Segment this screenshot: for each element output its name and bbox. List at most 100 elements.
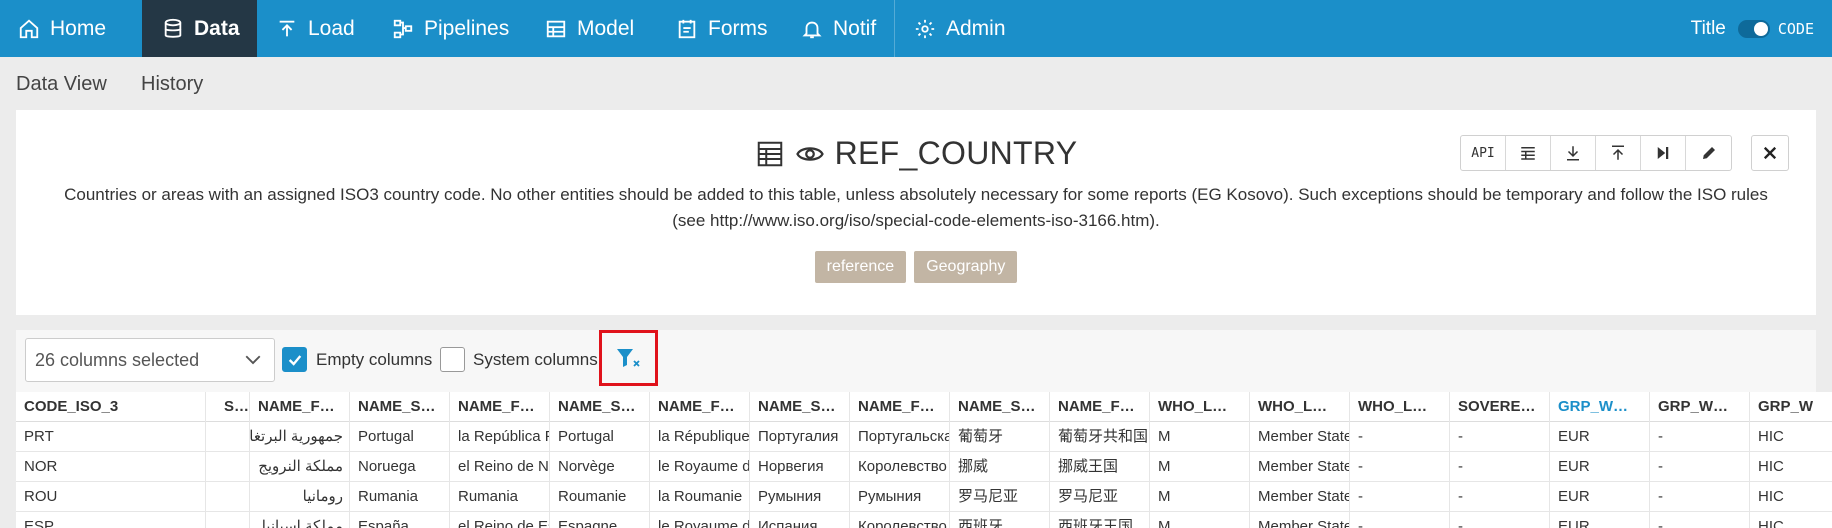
edit-button[interactable] [1686, 136, 1731, 170]
column-selector[interactable]: 26 columns selected [25, 338, 275, 382]
table-cell: Rumania [350, 482, 450, 512]
title-label: Title [1690, 17, 1726, 39]
gear-icon [915, 19, 935, 38]
title-code-toggle[interactable] [1737, 19, 1770, 38]
table-cell: la République portugaise [650, 422, 750, 452]
table-cell: 西班牙 [950, 512, 1050, 528]
column-header[interactable]: GRP_W… [1650, 392, 1750, 422]
column-header[interactable]: NAME_S… [550, 392, 650, 422]
upload-icon [1612, 145, 1624, 160]
column-header[interactable]: NAME_F… [250, 392, 350, 422]
nav-pipelines[interactable]: Pipelines [392, 0, 509, 57]
table-cell: Member State [1250, 452, 1350, 482]
table-cell: Португалия [750, 422, 850, 452]
filter-bar: 26 columns selected Empty columns System… [16, 330, 1816, 392]
nav-forms-label: Forms [708, 16, 768, 40]
column-header[interactable]: GRP_W… [1550, 392, 1650, 422]
column-header[interactable]: SOVERE… [1450, 392, 1550, 422]
bell-icon [802, 21, 822, 38]
nav-home-label: Home [50, 16, 107, 40]
title-code-switch: Title CODE [1691, 0, 1814, 57]
table-cell: España [350, 512, 450, 528]
table-cell: - [1450, 482, 1550, 512]
table-row[interactable]: NOR مملكة النرويجNoruegael Reino de Norue… [16, 452, 1832, 482]
table-cell: le Royaume d'Espagne [650, 512, 750, 528]
table-cell: la Roumanie [650, 482, 750, 512]
table-cell [206, 512, 250, 528]
table-cell: EUR [1550, 422, 1650, 452]
table-cell: 挪威 [950, 452, 1050, 482]
column-header[interactable]: WHO_L… [1250, 392, 1350, 422]
check-icon [288, 354, 301, 366]
nav-forms[interactable]: Forms [676, 0, 768, 57]
download-button[interactable] [1551, 136, 1596, 170]
clear-filter-button[interactable] [599, 330, 658, 386]
table-cell: la República Portuguesa [450, 422, 550, 452]
download-icon [1567, 146, 1579, 161]
table-cell: Норвегия [750, 452, 850, 482]
tag-reference[interactable]: reference [814, 251, 907, 283]
system-columns-checkbox[interactable] [440, 347, 465, 372]
table-cell: PRT [16, 422, 206, 452]
table-cell: - [1650, 422, 1750, 452]
close-button[interactable] [1751, 135, 1789, 171]
column-header[interactable]: NAME_S… [950, 392, 1050, 422]
table-cell: جمهورية البرتغال [250, 422, 350, 452]
column-header[interactable]: CODE_ISO_3 [16, 392, 206, 422]
empty-columns-checkbox[interactable] [282, 347, 307, 372]
column-header[interactable]: S… [206, 392, 250, 422]
table-row[interactable]: PRTجمهورية البرتغالPortugalla República … [16, 422, 1832, 452]
table-cell: le Royaume de Norvège [650, 452, 750, 482]
api-button[interactable]: API [1461, 136, 1506, 170]
table-row[interactable]: ESP مملكة إسبانياEspañael Reino de España… [16, 512, 1832, 528]
column-header[interactable]: NAME_F… [450, 392, 550, 422]
column-header[interactable]: NAME_F… [650, 392, 750, 422]
table-cell: مملكة إسبانيا [250, 512, 350, 528]
nav-admin[interactable]: Admin [914, 0, 1006, 57]
table-cell: - [1350, 482, 1450, 512]
table-cell: HIC [1750, 482, 1832, 512]
tag-list: reference Geography [16, 251, 1816, 283]
tab-data-view[interactable]: Data View [16, 73, 107, 96]
table-cell: NOR [16, 452, 206, 482]
column-header[interactable]: NAME_S… [350, 392, 450, 422]
system-columns-label: System columns [473, 350, 598, 369]
table-cell: Noruega [350, 452, 450, 482]
nav-model[interactable]: Model [545, 0, 634, 57]
column-header[interactable]: NAME_S… [750, 392, 850, 422]
column-header[interactable]: GRP_W [1750, 392, 1832, 422]
column-header[interactable]: WHO_L… [1350, 392, 1450, 422]
database-icon [164, 18, 182, 38]
filter-clear-icon [616, 349, 640, 367]
table-cell: 西班牙王国 [1050, 512, 1150, 528]
nav-home[interactable]: Home [18, 0, 106, 57]
table-cell: EUR [1550, 482, 1650, 512]
table-toolbar: API [1460, 135, 1732, 171]
table-cell: 罗马尼亚 [950, 482, 1050, 512]
pencil-icon [1702, 147, 1715, 159]
table-cell [206, 452, 250, 482]
nav-divider [894, 0, 895, 57]
column-header[interactable]: WHO_L… [1150, 392, 1250, 422]
nav-notif[interactable]: Notif [801, 0, 876, 57]
upload-button[interactable] [1596, 136, 1641, 170]
table-cell: M [1150, 452, 1250, 482]
column-header[interactable]: NAME_F… [1050, 392, 1150, 422]
tag-geography[interactable]: Geography [914, 251, 1018, 283]
table-name: REF_COUNTRY [834, 135, 1078, 171]
table-cell [206, 482, 250, 512]
columns-button[interactable] [1506, 136, 1551, 170]
table-cell: el Reino de Noruega [450, 452, 550, 482]
skip-end-button[interactable] [1641, 136, 1686, 170]
table-row[interactable]: ROU رومانيا Rumania Rumania Roumanie la Rouma… [16, 482, 1832, 512]
tab-history[interactable]: History [141, 73, 203, 96]
nav-data[interactable]: Data [142, 0, 257, 57]
form-icon [678, 19, 696, 38]
table-cell: - [1650, 512, 1750, 528]
skip-end-icon [1657, 147, 1669, 159]
nav-load[interactable]: Load [276, 0, 355, 57]
table-cell: Румыния [850, 482, 950, 512]
table-cell: Королевство Испания [850, 512, 950, 528]
nav-model-label: Model [577, 16, 635, 40]
column-header[interactable]: NAME_F… [850, 392, 950, 422]
